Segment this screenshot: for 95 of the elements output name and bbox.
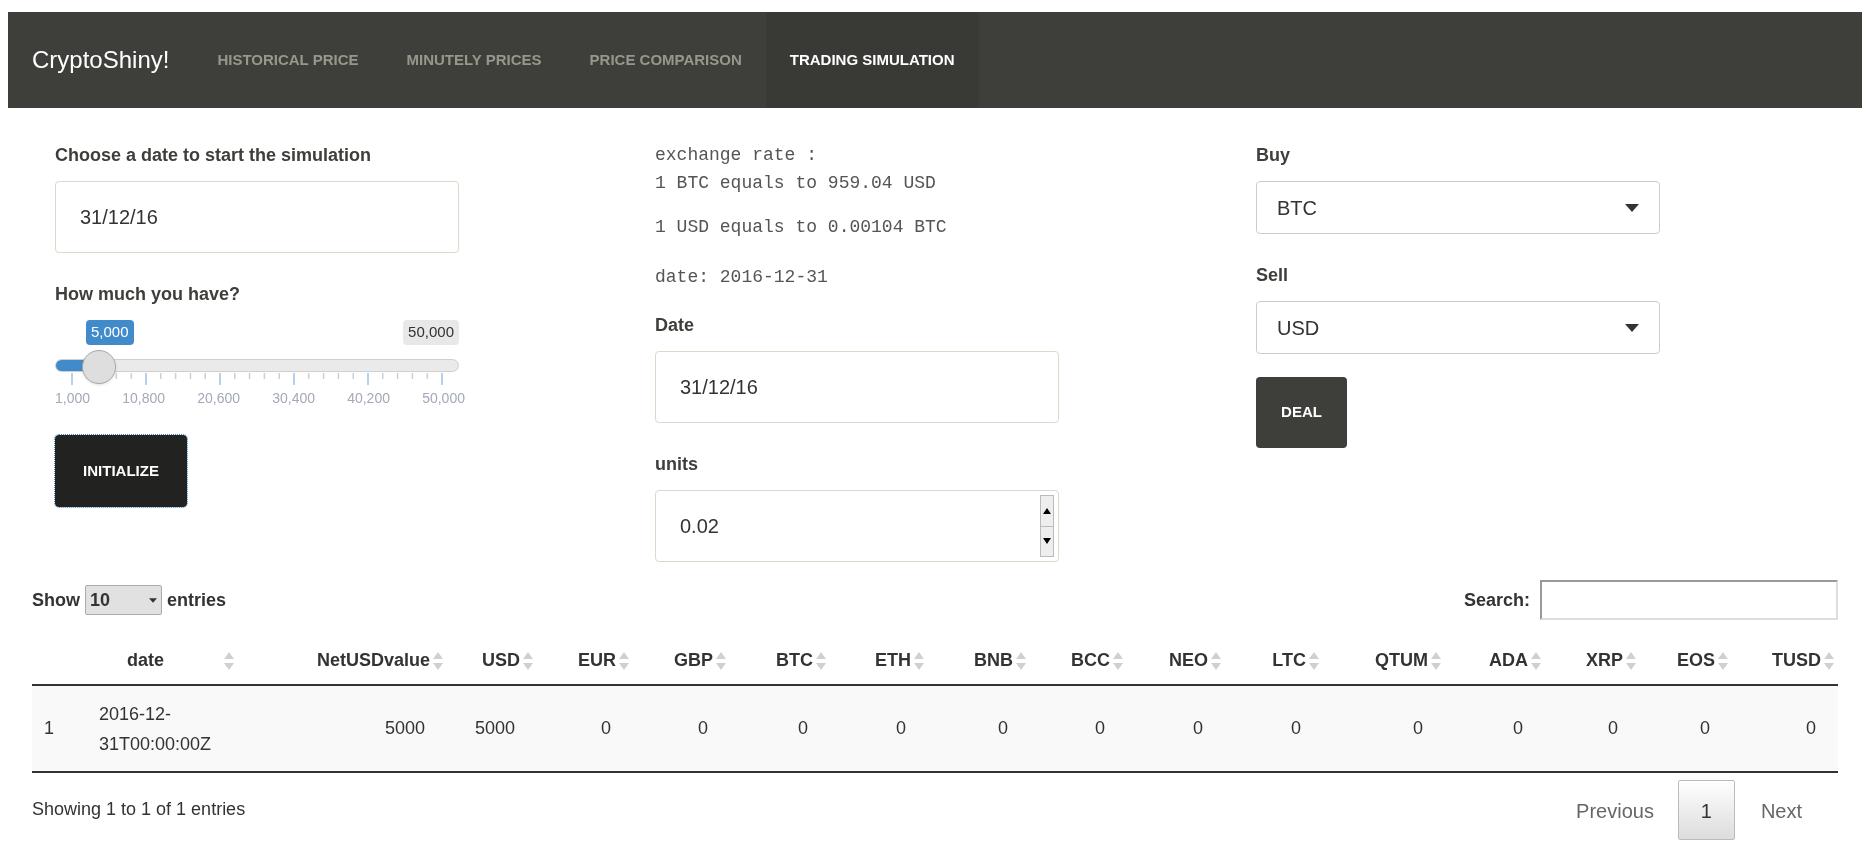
field-label: Choose a date to start the simulation <box>55 144 373 167</box>
column-header[interactable]: TUSD <box>1732 636 1838 685</box>
caret-icon <box>1625 323 1639 332</box>
table-cell: 0 <box>1545 685 1640 772</box>
column-header[interactable]: GBP <box>633 636 730 685</box>
sort-icon <box>1016 651 1026 670</box>
column-header[interactable]: USD <box>447 636 537 685</box>
column-header[interactable]: BCC <box>1030 636 1127 685</box>
table-cell: 0 <box>1323 685 1445 772</box>
slider-tick-label: 1,000 <box>55 389 91 408</box>
sort-icon <box>1824 651 1834 670</box>
nav-tab[interactable]: TRADING SIMULATION <box>765 12 979 108</box>
exchange-text: exchange rate : <box>655 144 819 167</box>
slider-value-badge: 5,000 <box>86 320 134 345</box>
table-cell: 0 <box>730 685 830 772</box>
exchange-text: 1 BTC equals to 959.04 USD <box>655 172 937 195</box>
sort-icon <box>1211 651 1221 670</box>
table-cell: 0 <box>1445 685 1545 772</box>
column-header[interactable]: date <box>87 636 247 685</box>
sort-icon <box>224 651 234 670</box>
previous-link[interactable]: Previous <box>1552 780 1678 826</box>
table-cell: 1 <box>32 685 87 772</box>
search-field[interactable] <box>1540 580 1838 620</box>
sort-icon <box>433 651 443 670</box>
down-arrow-icon <box>1043 538 1051 545</box>
sort-icon <box>1626 651 1636 670</box>
table-cell: 5000 <box>447 685 537 772</box>
table-cell: 0 <box>928 685 1030 772</box>
currency-select[interactable]: BTC <box>1256 181 1660 234</box>
sort-icon <box>1113 651 1123 670</box>
column-header[interactable]: LTC <box>1225 636 1323 685</box>
column-header[interactable]: BNB <box>928 636 1030 685</box>
column-header[interactable]: ETH <box>830 636 928 685</box>
sort-icon <box>1309 651 1319 670</box>
caret-icon <box>149 597 157 603</box>
column-header[interactable]: BTC <box>730 636 830 685</box>
page-button[interactable]: 1 <box>1677 780 1735 840</box>
column-header[interactable]: NetUSDvalue <box>247 636 447 685</box>
sort-icon <box>914 651 924 670</box>
date-field[interactable]: 31/12/16 <box>655 351 1059 423</box>
date-field[interactable]: 31/12/16 <box>55 181 459 253</box>
caret-icon <box>1625 203 1639 212</box>
nav-tab[interactable]: MINUTELY PRICES <box>382 12 566 108</box>
slider-tick-label: 30,400 <box>272 389 315 408</box>
units-field[interactable]: 0.02 <box>655 490 1059 562</box>
table-cell: 0 <box>537 685 633 772</box>
field-label: How much you have? <box>55 283 242 306</box>
table-cell: 5000 <box>247 685 447 772</box>
table-cell: 0 <box>1127 685 1225 772</box>
field-label: units <box>655 453 699 476</box>
table-cell: 0 <box>633 685 730 772</box>
entries-label: entries <box>167 588 227 612</box>
slider-max-badge: 50,000 <box>403 320 459 345</box>
field-label: Buy <box>1256 144 1291 167</box>
sort-icon <box>523 651 533 670</box>
table-cell: 2016-12-31T00:00:00Z <box>87 685 247 772</box>
page-length-select[interactable]: 10 <box>85 585 162 615</box>
brand-title[interactable]: CryptoShiny! <box>8 12 194 108</box>
slider-thumb[interactable] <box>82 350 116 384</box>
sort-icon <box>1431 651 1441 670</box>
table-cell: 0 <box>830 685 928 772</box>
nav-tab[interactable]: HISTORICAL PRICE <box>193 12 383 108</box>
initialize-button[interactable]: INITIALIZE <box>55 435 187 507</box>
next-link[interactable]: Next <box>1734 780 1828 826</box>
column-header[interactable]: QTUM <box>1323 636 1445 685</box>
up-arrow-icon <box>1043 507 1051 514</box>
slider-tick-label: 40,200 <box>347 389 390 408</box>
table-cell: 0 <box>1640 685 1732 772</box>
table-info: Showing 1 to 1 of 1 entries <box>32 798 246 821</box>
search-label: Search: <box>1463 588 1530 612</box>
slider-tick-label: 50,000 <box>422 389 465 408</box>
exchange-text: date: 2016-12-31 <box>655 266 829 289</box>
sort-icon <box>619 651 629 670</box>
slider-tick-label: 20,600 <box>197 389 240 408</box>
column-header[interactable]: NEO <box>1127 636 1225 685</box>
table-cell: 0 <box>1030 685 1127 772</box>
sort-icon <box>1718 651 1728 670</box>
spinner-control[interactable] <box>1040 495 1054 557</box>
field-label: Date <box>655 314 695 337</box>
currency-select[interactable]: USD <box>1256 301 1660 354</box>
column-header[interactable]: ADA <box>1445 636 1545 685</box>
table-cell: 0 <box>1225 685 1323 772</box>
show-label: Show <box>32 588 80 612</box>
table-cell: 0 <box>1732 685 1838 772</box>
sort-icon <box>1531 651 1541 670</box>
sort-icon <box>816 651 826 670</box>
column-header[interactable]: XRP <box>1545 636 1640 685</box>
exchange-text: 1 USD equals to 0.00104 BTC <box>655 216 948 239</box>
column-header[interactable]: EOS <box>1640 636 1732 685</box>
column-header[interactable]: EUR <box>537 636 633 685</box>
sort-icon <box>716 651 726 670</box>
nav-tab[interactable]: PRICE COMPARISON <box>565 12 766 108</box>
deal-button[interactable]: DEAL <box>1256 377 1347 448</box>
field-label: Sell <box>1256 264 1290 287</box>
slider-tick-label: 10,800 <box>122 389 166 408</box>
